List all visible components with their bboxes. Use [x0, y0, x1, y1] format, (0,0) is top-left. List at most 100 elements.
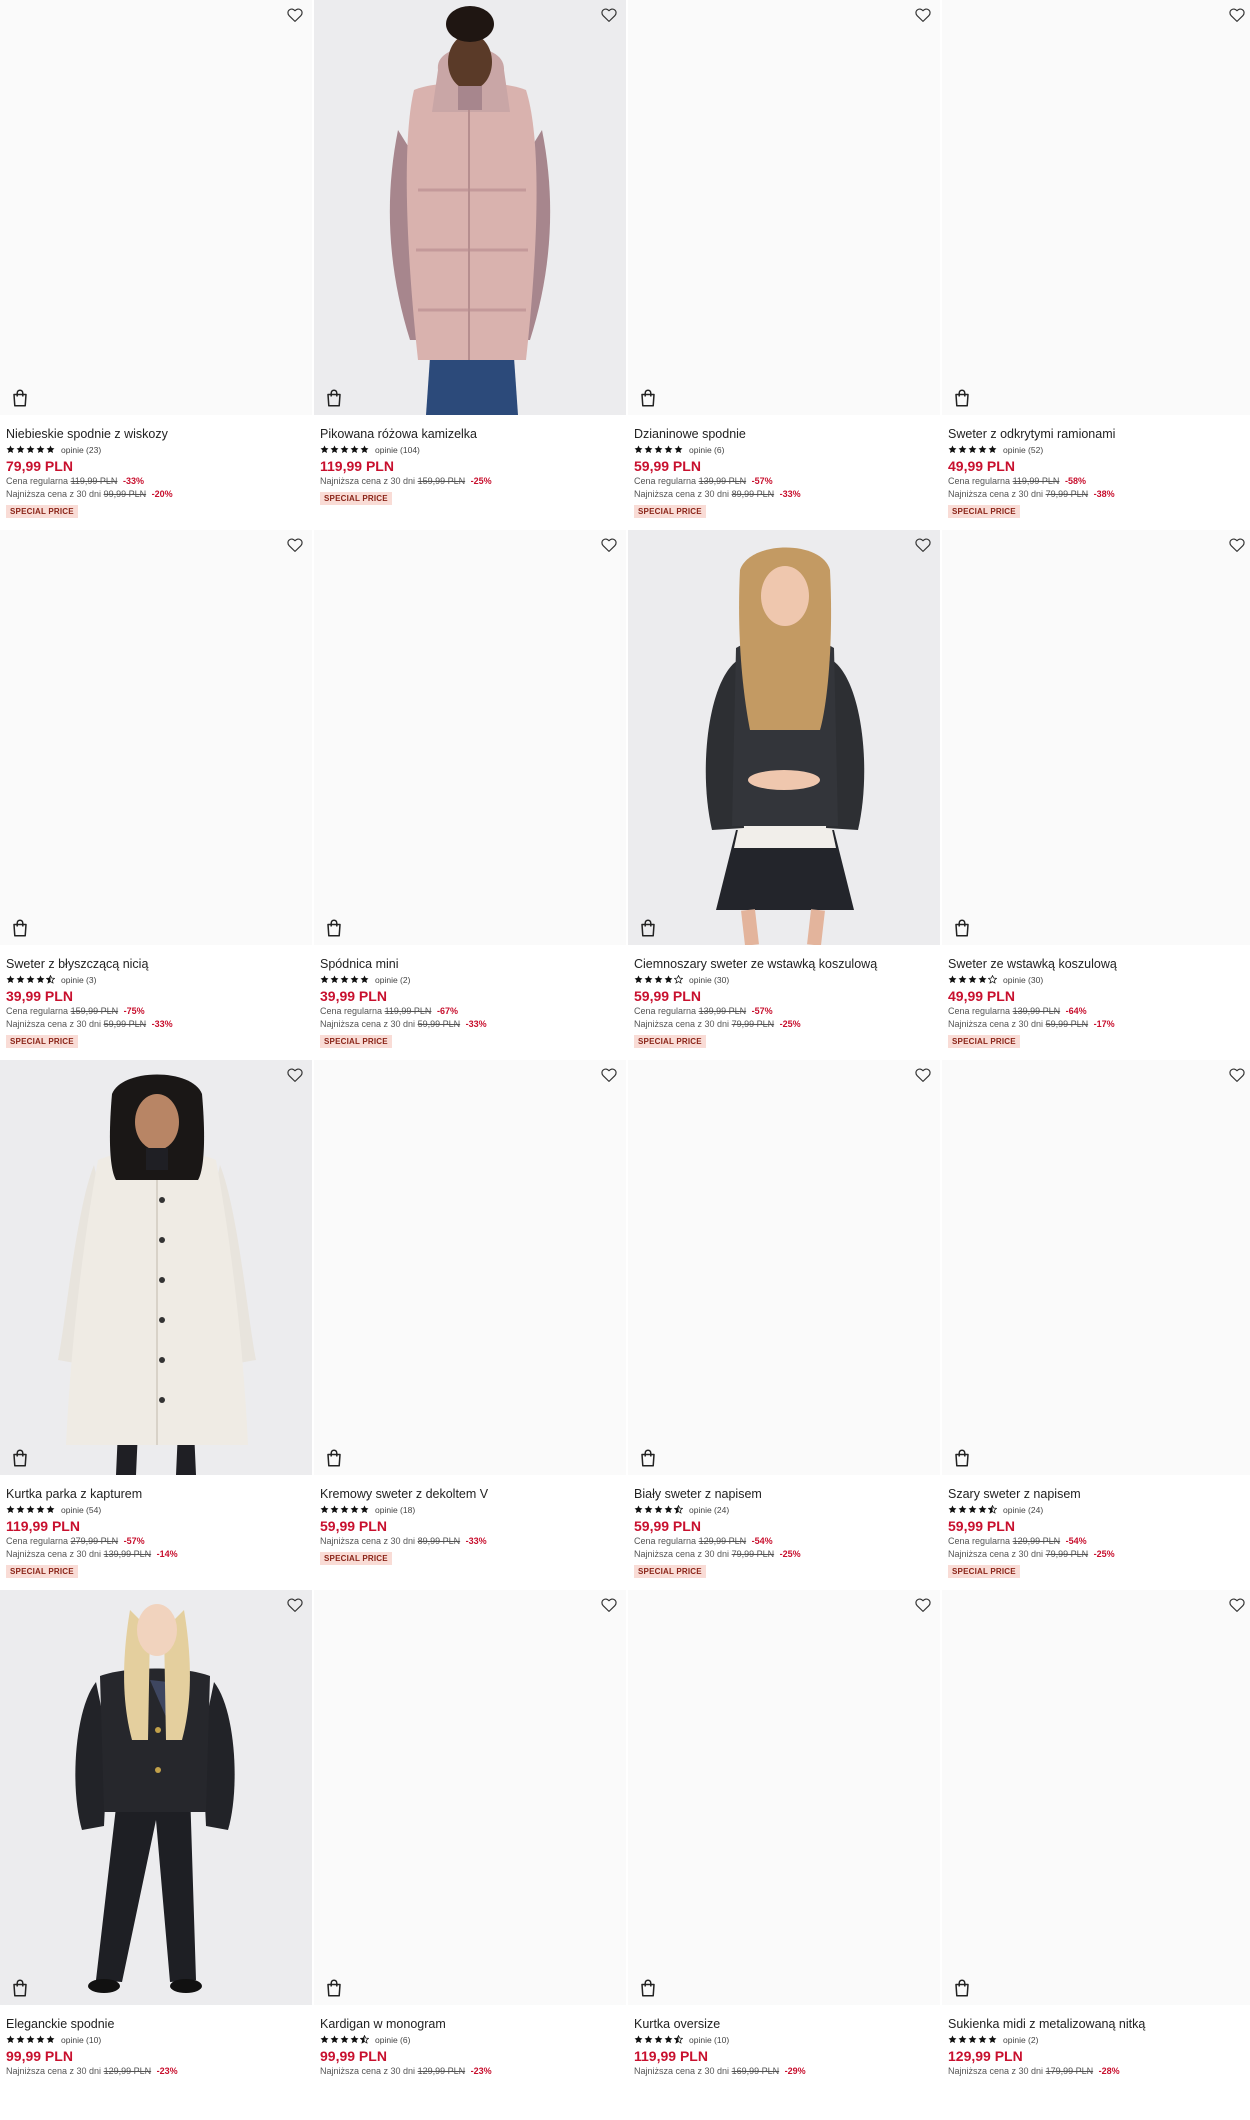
- heart-icon[interactable]: [914, 536, 932, 554]
- product-image[interactable]: [0, 0, 312, 415]
- rating-stars: [6, 1505, 55, 1514]
- heart-icon[interactable]: [286, 6, 304, 24]
- heart-icon[interactable]: [600, 1596, 618, 1614]
- product-card[interactable]: Niebieskie spodnie z wiskozy opinie (23)…: [0, 0, 312, 530]
- product-card[interactable]: Biały sweter z napisem opinie (24) 59,99…: [628, 1060, 940, 1590]
- product-name[interactable]: Pikowana różowa kamizelka: [320, 426, 620, 442]
- heart-icon[interactable]: [286, 1066, 304, 1084]
- product-card[interactable]: Ciemnoszary sweter ze wstawką koszulową …: [628, 530, 940, 1060]
- product-card[interactable]: Sukienka midi z metalizowaną nitką opini…: [942, 1590, 1250, 2120]
- review-count[interactable]: opinie (52): [1003, 445, 1043, 455]
- product-card[interactable]: Sweter z błyszczącą nicią opinie (3) 39,…: [0, 530, 312, 1060]
- lowest-price-label: Najniższa cena z 30 dni: [6, 1549, 102, 1559]
- product-name[interactable]: Biały sweter z napisem: [634, 1486, 934, 1502]
- product-image[interactable]: [628, 1590, 940, 2005]
- product-image[interactable]: [942, 0, 1250, 415]
- heart-icon[interactable]: [1228, 1066, 1246, 1084]
- product-card[interactable]: Spódnica mini opinie (2) 39,99 PLN Cena …: [314, 530, 626, 1060]
- heart-icon[interactable]: [1228, 6, 1246, 24]
- review-count[interactable]: opinie (23): [61, 445, 101, 455]
- review-count[interactable]: opinie (30): [1003, 975, 1043, 985]
- product-card[interactable]: Kardigan w monogram opinie (6) 99,99 PLN…: [314, 1590, 626, 2120]
- review-count[interactable]: opinie (3): [61, 975, 96, 985]
- product-name[interactable]: Kurtka oversize: [634, 2016, 934, 2032]
- shopping-bag-icon[interactable]: [640, 919, 656, 937]
- product-image[interactable]: [0, 1060, 312, 1475]
- review-count[interactable]: opinie (54): [61, 1505, 101, 1515]
- review-count[interactable]: opinie (2): [1003, 2035, 1038, 2045]
- review-count[interactable]: opinie (24): [1003, 1505, 1043, 1515]
- heart-icon[interactable]: [914, 1066, 932, 1084]
- heart-icon[interactable]: [600, 6, 618, 24]
- product-name[interactable]: Sweter ze wstawką koszulową: [948, 956, 1248, 972]
- review-count[interactable]: opinie (2): [375, 975, 410, 985]
- shopping-bag-icon[interactable]: [12, 919, 28, 937]
- product-card[interactable]: Kremowy sweter z dekoltem V opinie (18) …: [314, 1060, 626, 1590]
- product-image[interactable]: [0, 1590, 312, 2005]
- shopping-bag-icon[interactable]: [954, 1449, 970, 1467]
- product-card[interactable]: Eleganckie spodnie opinie (10) 99,99 PLN…: [0, 1590, 312, 2120]
- review-count[interactable]: opinie (10): [689, 2035, 729, 2045]
- product-image[interactable]: [314, 530, 626, 945]
- product-image[interactable]: [0, 530, 312, 945]
- shopping-bag-icon[interactable]: [954, 1979, 970, 1997]
- product-name[interactable]: Eleganckie spodnie: [6, 2016, 306, 2032]
- product-image[interactable]: [628, 530, 940, 945]
- heart-icon[interactable]: [1228, 1596, 1246, 1614]
- shopping-bag-icon[interactable]: [640, 1449, 656, 1467]
- product-name[interactable]: Sweter z odkrytymi ramionami: [948, 426, 1248, 442]
- shopping-bag-icon[interactable]: [326, 919, 342, 937]
- shopping-bag-icon[interactable]: [12, 1979, 28, 1997]
- review-count[interactable]: opinie (104): [375, 445, 420, 455]
- product-rating: opinie (104): [320, 444, 620, 455]
- shopping-bag-icon[interactable]: [12, 389, 28, 407]
- product-card[interactable]: Sweter z odkrytymi ramionami opinie (52)…: [942, 0, 1250, 530]
- product-name[interactable]: Kardigan w monogram: [320, 2016, 620, 2032]
- product-image[interactable]: [314, 0, 626, 415]
- product-card[interactable]: Pikowana różowa kamizelka opinie (104) 1…: [314, 0, 626, 530]
- heart-icon[interactable]: [1228, 536, 1246, 554]
- heart-icon[interactable]: [286, 1596, 304, 1614]
- shopping-bag-icon[interactable]: [954, 919, 970, 937]
- shopping-bag-icon[interactable]: [326, 1979, 342, 1997]
- shopping-bag-icon[interactable]: [640, 389, 656, 407]
- shopping-bag-icon[interactable]: [954, 389, 970, 407]
- product-name[interactable]: Spódnica mini: [320, 956, 620, 972]
- review-count[interactable]: opinie (18): [375, 1505, 415, 1515]
- product-name[interactable]: Ciemnoszary sweter ze wstawką koszulową: [634, 956, 934, 972]
- review-count[interactable]: opinie (10): [61, 2035, 101, 2045]
- product-image[interactable]: [628, 1060, 940, 1475]
- product-image[interactable]: [314, 1590, 626, 2005]
- product-image[interactable]: [314, 1060, 626, 1475]
- review-count[interactable]: opinie (24): [689, 1505, 729, 1515]
- shopping-bag-icon[interactable]: [326, 389, 342, 407]
- product-name[interactable]: Kremowy sweter z dekoltem V: [320, 1486, 620, 1502]
- product-image[interactable]: [628, 0, 940, 415]
- product-card[interactable]: Szary sweter z napisem opinie (24) 59,99…: [942, 1060, 1250, 1590]
- shopping-bag-icon[interactable]: [326, 1449, 342, 1467]
- heart-icon[interactable]: [600, 1066, 618, 1084]
- product-name[interactable]: Kurtka parka z kapturem: [6, 1486, 306, 1502]
- product-name[interactable]: Sukienka midi z metalizowaną nitką: [948, 2016, 1248, 2032]
- product-image[interactable]: [942, 1060, 1250, 1475]
- product-card[interactable]: Kurtka parka z kapturem opinie (54) 119,…: [0, 1060, 312, 1590]
- shopping-bag-icon[interactable]: [640, 1979, 656, 1997]
- product-name[interactable]: Niebieskie spodnie z wiskozy: [6, 426, 306, 442]
- shopping-bag-icon[interactable]: [12, 1449, 28, 1467]
- product-name[interactable]: Dzianinowe spodnie: [634, 426, 934, 442]
- product-card[interactable]: Sweter ze wstawką koszulową opinie (30) …: [942, 530, 1250, 1060]
- product-name[interactable]: Sweter z błyszczącą nicią: [6, 956, 306, 972]
- heart-icon[interactable]: [914, 6, 932, 24]
- product-card[interactable]: Dzianinowe spodnie opinie (6) 59,99 PLN …: [628, 0, 940, 530]
- heart-icon[interactable]: [286, 536, 304, 554]
- review-count[interactable]: opinie (6): [375, 2035, 410, 2045]
- product-card[interactable]: Kurtka oversize opinie (10) 119,99 PLN N…: [628, 1590, 940, 2120]
- review-count[interactable]: opinie (30): [689, 975, 729, 985]
- product-name[interactable]: Szary sweter z napisem: [948, 1486, 1248, 1502]
- product-image[interactable]: [942, 530, 1250, 945]
- review-count[interactable]: opinie (6): [689, 445, 724, 455]
- product-image[interactable]: [942, 1590, 1250, 2005]
- heart-icon[interactable]: [600, 536, 618, 554]
- heart-icon[interactable]: [914, 1596, 932, 1614]
- star-icon: [634, 445, 643, 454]
